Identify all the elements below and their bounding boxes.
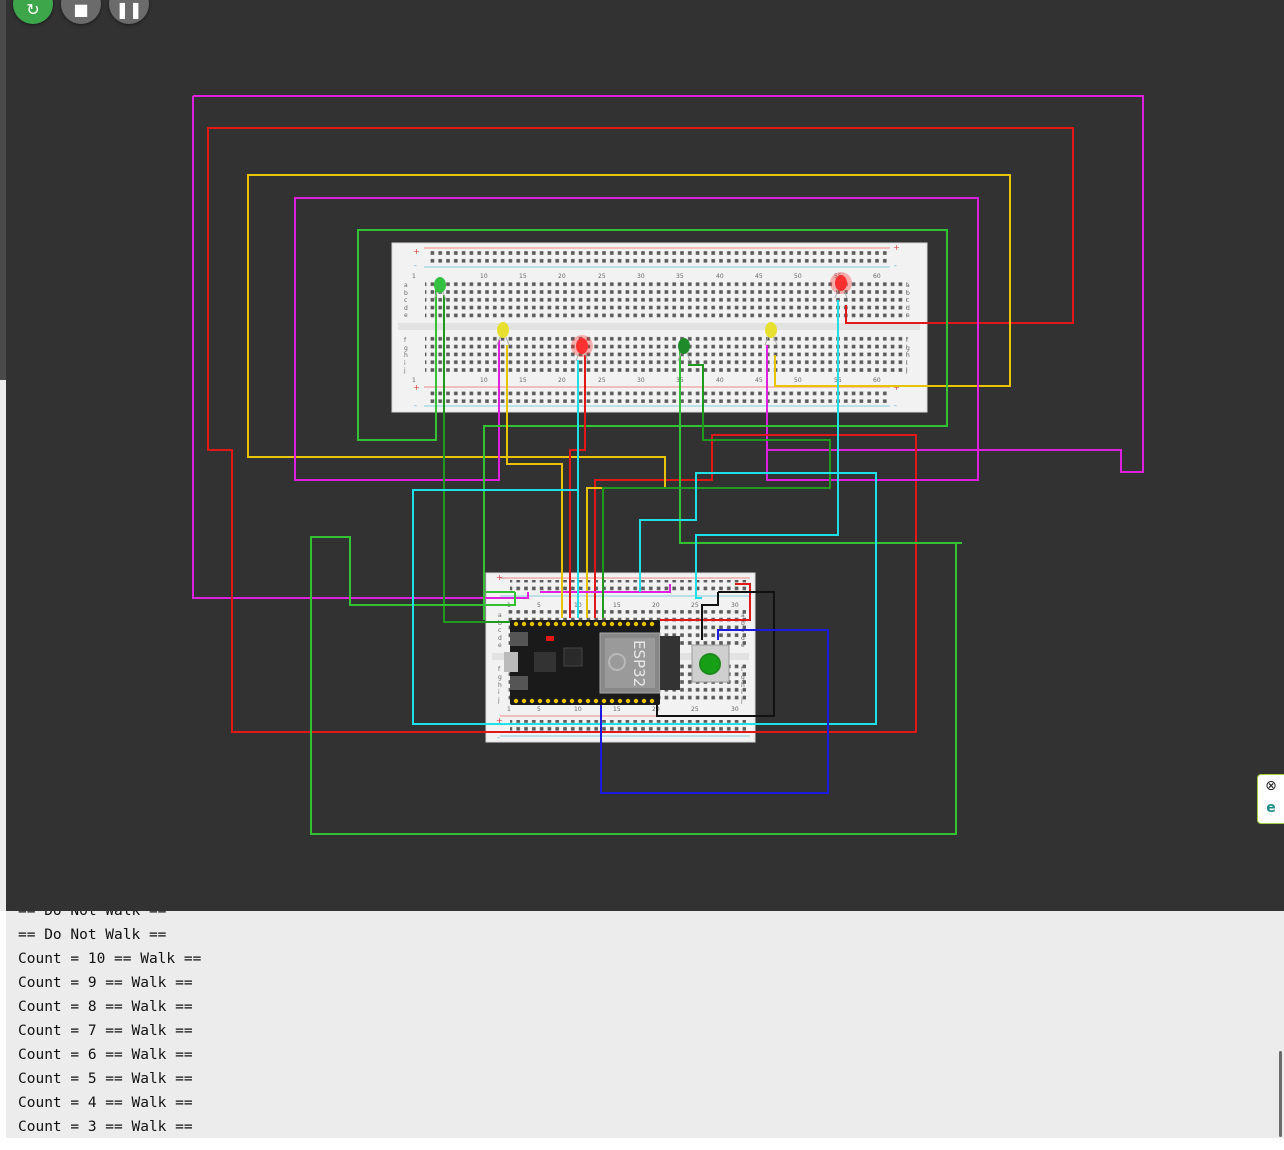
- serial-line: == Do Not Walk ==: [18, 911, 167, 919]
- serial-scrollbar[interactable]: [1279, 1051, 1282, 1137]
- bottom-edge: [0, 1138, 1284, 1150]
- bottom-bb-col-30: 30: [731, 602, 739, 609]
- top-bb-row-a: a: [404, 282, 408, 289]
- top-bb-col-15: 15: [519, 273, 527, 280]
- bottom-bb-col-20: 20: [652, 602, 660, 609]
- top-bb-row-e: e: [404, 312, 408, 319]
- top-bb-col-30-bottom: 30: [637, 377, 645, 384]
- push-button[interactable]: [691, 644, 730, 683]
- close-icon[interactable]: ⊗: [1258, 775, 1284, 797]
- top-bb-row-c: c: [404, 297, 407, 304]
- serial-output: == Do Not Walk == == Do Not Walk == Coun…: [18, 911, 201, 1138]
- top-bb-rail-plus: +: [413, 247, 420, 256]
- top-bb-rail-plus-bottom: +: [413, 383, 420, 392]
- top-bb-row-g: g: [404, 345, 408, 352]
- top-bb-col-50-bottom: 50: [794, 377, 802, 384]
- serial-line: Count = 8 == Walk ==: [18, 999, 193, 1015]
- top-bb-row-h: h: [404, 352, 408, 359]
- bottom-bb-col-1-b: 1: [507, 706, 511, 713]
- bottom-bb-col-30-b: 30: [731, 706, 739, 713]
- top-bb-row-a-right: a: [906, 282, 910, 289]
- serial-line: Count = 10 == Walk ==: [18, 951, 202, 967]
- side-toolbar: ⊗ e: [1257, 774, 1284, 824]
- bottom-bb-rail-minus-b: -: [497, 733, 500, 742]
- top-bb-col-45: 45: [755, 273, 763, 280]
- top-bb-row-h-right: h: [906, 352, 910, 359]
- serial-line: Count = 5 == Walk ==: [18, 1071, 193, 1087]
- top-bb-col-40: 40: [716, 273, 724, 280]
- top-bb-col-1: 1: [412, 273, 416, 280]
- bottom-bb-col-5: 5: [537, 602, 541, 609]
- top-bb-rail-minus-bottom-right: -: [894, 401, 897, 410]
- bottom-bb-col-25-b: 25: [691, 706, 699, 713]
- bottom-bb-col-15: 15: [613, 602, 621, 609]
- bottom-bb-row-j-right: j: [740, 697, 743, 704]
- stop-icon: ■: [73, 0, 89, 19]
- circuit-diagram: 1 10 15 20 25 30 35 40 45 50 55 60 1 10 …: [192, 95, 1144, 835]
- bottom-bb-row-h: h: [498, 682, 502, 689]
- top-bb-col-20: 20: [558, 273, 566, 280]
- top-bb-row-d: d: [404, 305, 408, 312]
- simulation-canvas[interactable]: 1 10 15 20 25 30 35 40 45 50 55 60 1 10 …: [6, 0, 1284, 911]
- bottom-bb-row-a: a: [498, 612, 502, 619]
- serial-line: Count = 4 == Walk ==: [18, 1095, 193, 1111]
- serial-line: == Do Not Walk ==: [18, 927, 167, 943]
- bottom-bb-rail-plus: +: [496, 573, 503, 582]
- top-bb-rail-plus-bottom-right: +: [893, 383, 900, 392]
- top-bb-col-15-bottom: 15: [519, 377, 527, 384]
- top-bb-col-60-bottom: 60: [873, 377, 881, 384]
- bottom-bb-row-h-right: h: [741, 682, 745, 689]
- top-bb-rail-minus: -: [414, 261, 417, 270]
- serial-line: Count = 6 == Walk ==: [18, 1047, 193, 1063]
- serial-line: Count = 9 == Walk ==: [18, 975, 193, 991]
- edge-icon[interactable]: e: [1258, 797, 1284, 819]
- bottom-bb-col-20-b: 20: [652, 706, 660, 713]
- bottom-bb-col-10-b: 10: [574, 706, 582, 713]
- top-bb-row-j-right: j: [905, 367, 908, 374]
- bottom-bb-row-c: c: [498, 627, 501, 634]
- bottom-bb-row-b-right: b: [741, 620, 745, 627]
- top-bb-col-30: 30: [637, 273, 645, 280]
- top-bb-rail-plus-right: +: [893, 243, 900, 252]
- bottom-bb-row-g: g: [498, 674, 502, 681]
- top-bb-col-20-bottom: 20: [558, 377, 566, 384]
- bottom-bb-col-15-b: 15: [613, 706, 621, 713]
- bottom-bb-col-5-b: 5: [537, 706, 541, 713]
- top-bb-col-50: 50: [794, 273, 802, 280]
- bottom-bb-row-e: e: [498, 642, 502, 649]
- top-bb-col-60: 60: [873, 273, 881, 280]
- top-bb-col-25: 25: [598, 273, 606, 280]
- esp32-board[interactable]: ESP32: [504, 620, 680, 705]
- bottom-bb-row-j: j: [497, 697, 500, 704]
- bottom-bb-col-25: 25: [691, 602, 699, 609]
- top-bb-col-10-bottom: 10: [480, 377, 488, 384]
- top-bb-col-40-bottom: 40: [716, 377, 724, 384]
- top-bb-row-e-right: e: [906, 312, 910, 319]
- top-bb-row-c-right: c: [906, 297, 909, 304]
- top-bb-row-b: b: [404, 290, 408, 297]
- top-bb-row-b-right: b: [906, 290, 910, 297]
- bottom-bb-row-g-right: g: [741, 674, 745, 681]
- pause-icon: ❚❚: [115, 0, 143, 19]
- esp32-label: ESP32: [630, 640, 648, 687]
- top-bb-rail-minus-right: -: [894, 261, 897, 270]
- top-bb-col-25-bottom: 25: [598, 377, 606, 384]
- top-bb-row-j: j: [403, 367, 406, 374]
- top-bb-col-35: 35: [676, 273, 684, 280]
- serial-monitor[interactable]: == Do Not Walk == == Do Not Walk == Coun…: [6, 911, 1284, 1138]
- serial-line: Count = 3 == Walk ==: [18, 1119, 193, 1135]
- restart-icon: ↻: [26, 0, 40, 19]
- bottom-bb-row-d: d: [498, 635, 502, 642]
- top-bb-row-g-right: g: [906, 345, 910, 352]
- bottom-bb-row-a-right: a: [741, 612, 745, 619]
- serial-line: Count = 7 == Walk ==: [18, 1023, 193, 1039]
- bottom-bb-row-e-right: e: [741, 642, 745, 649]
- bottom-bb-row-d-right: d: [741, 635, 745, 642]
- top-bb-row-d-right: d: [906, 305, 910, 312]
- top-bb-col-10: 10: [480, 273, 488, 280]
- top-bb-rail-minus-bottom: -: [414, 401, 417, 410]
- top-bb-col-45-bottom: 45: [755, 377, 763, 384]
